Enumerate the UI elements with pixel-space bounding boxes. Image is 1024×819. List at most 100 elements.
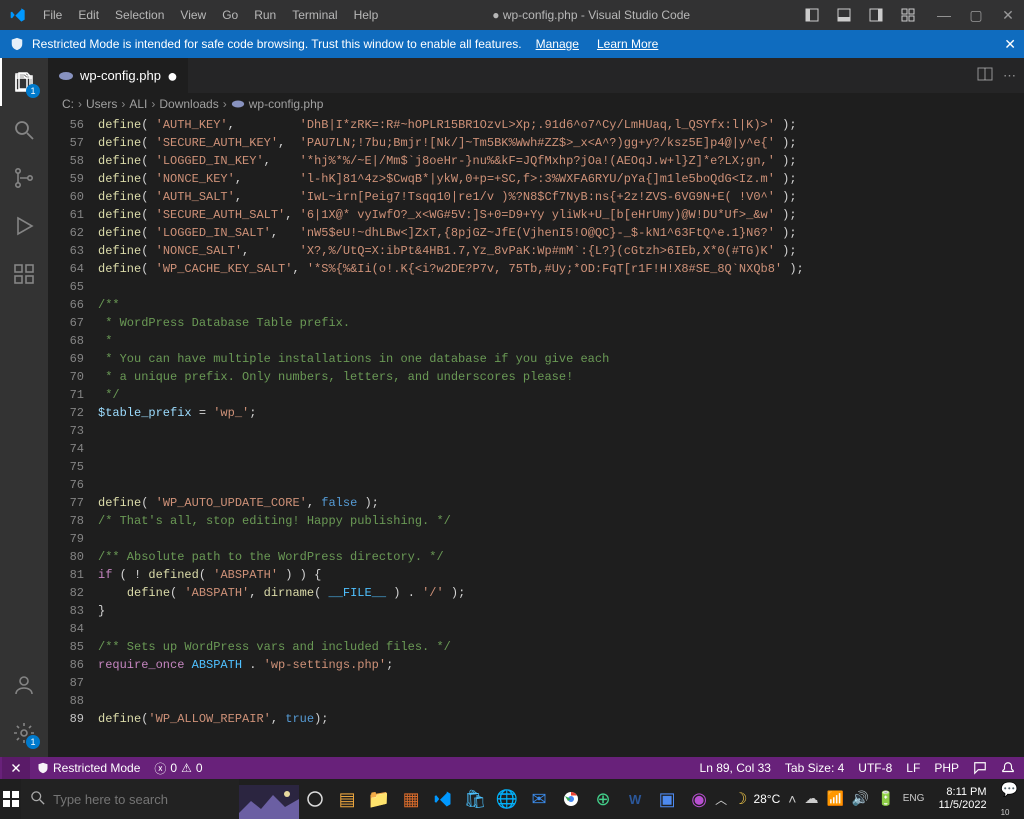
menu-file[interactable]: File <box>35 0 70 30</box>
microsoft-store-icon[interactable]: 🛍 <box>459 779 491 819</box>
system-tray: ☽ 28°C ˄ ☁ 📶 🔊 🔋 ENG 8:11 PM 11/5/2022 💬1… <box>727 781 1024 817</box>
vscode-logo-icon <box>0 7 35 23</box>
file-explorer-icon[interactable]: 📁 <box>363 779 395 819</box>
taskbar-search[interactable] <box>21 779 239 819</box>
code-editor-area[interactable]: 5657585960616263646566676869707172737475… <box>48 115 1024 757</box>
editor-tab[interactable]: wp-config.php ● <box>48 58 189 93</box>
window-title: ● wp-config.php - Visual Studio Code <box>386 8 796 22</box>
banner-manage-link[interactable]: Manage <box>536 37 579 51</box>
show-hidden-icons[interactable]: ︿ <box>715 779 727 819</box>
toggle-primary-sidebar-icon[interactable] <box>796 0 828 30</box>
menu-bar: File Edit Selection View Go Run Terminal… <box>35 0 386 30</box>
start-button[interactable] <box>0 779 21 819</box>
notifications-icon[interactable]: 💬10 <box>1001 781 1018 817</box>
windows-taskbar: ▤ 📁 ▦ 🛍 🌐 ✉ ⊕ W ▣ ◉ ︿ ☽ 28°C ˄ ☁ 📶 🔊 🔋 EN… <box>0 779 1024 819</box>
code-content[interactable]: define( 'AUTH_KEY', 'DhB|I*zRK=:R#~hOPLR… <box>98 115 1004 757</box>
window-maximize-icon[interactable]: ▢ <box>960 0 992 30</box>
menu-edit[interactable]: Edit <box>70 0 107 30</box>
taskbar-app-icon[interactable]: ⊕ <box>587 779 619 819</box>
customize-layout-icon[interactable] <box>892 0 924 30</box>
wifi-icon[interactable]: 📶 <box>826 790 843 807</box>
word-icon[interactable]: W <box>619 779 651 819</box>
battery-icon[interactable]: 🔋 <box>877 790 894 807</box>
tab-bar: wp-config.php ● ⋯ <box>48 58 1024 93</box>
activity-run-debug-icon[interactable] <box>0 202 48 250</box>
status-eol[interactable]: LF <box>899 761 927 775</box>
tray-chevron-icon[interactable]: ˄ <box>788 791 796 807</box>
breadcrumb-part[interactable]: C: <box>62 97 74 111</box>
status-notifications-icon[interactable] <box>994 761 1022 775</box>
search-icon <box>31 791 45 808</box>
weather-widget[interactable]: ☽ 28°C <box>733 789 780 809</box>
taskbar-app-icon[interactable]: ▣ <box>651 779 683 819</box>
warning-icon: ⚠ <box>181 761 192 775</box>
window-close-icon[interactable]: ✕ <box>992 0 1024 30</box>
menu-help[interactable]: Help <box>346 0 387 30</box>
taskbar-clock[interactable]: 8:11 PM 11/5/2022 <box>932 786 992 811</box>
moon-icon: ☽ <box>733 789 747 809</box>
breadcrumb-part[interactable]: Downloads <box>159 97 218 111</box>
taskbar-app-icon[interactable]: ◉ <box>683 779 715 819</box>
title-bar: File Edit Selection View Go Run Terminal… <box>0 0 1024 30</box>
status-warning-count: 0 <box>196 761 203 775</box>
activity-manage-icon[interactable]: 1 <box>0 709 48 757</box>
status-restricted-label: Restricted Mode <box>53 761 140 775</box>
breadcrumb-part[interactable]: wp-config.php <box>249 97 324 111</box>
restricted-mode-banner: Restricted Mode is intended for safe cod… <box>0 30 1024 58</box>
breadcrumbs[interactable]: C:› Users› ALI› Downloads› wp-config.php <box>48 93 1024 115</box>
minimap[interactable] <box>1004 115 1024 757</box>
split-editor-icon[interactable] <box>977 66 993 85</box>
status-restricted-mode[interactable]: Restricted Mode <box>30 757 147 779</box>
shield-icon <box>8 35 26 53</box>
php-file-icon <box>58 68 74 84</box>
weather-temp: 28°C <box>753 792 780 806</box>
breadcrumb-part[interactable]: ALI <box>129 97 147 111</box>
status-remote-icon[interactable] <box>2 757 30 779</box>
activity-extensions-icon[interactable] <box>0 250 48 298</box>
status-feedback-icon[interactable] <box>966 761 994 775</box>
taskbar-search-input[interactable] <box>53 792 229 807</box>
taskbar-news-widget[interactable] <box>239 779 299 819</box>
menu-go[interactable]: Go <box>214 0 246 30</box>
edge-browser-icon[interactable]: 🌐 <box>491 779 523 819</box>
activity-explorer-icon[interactable]: 1 <box>0 58 48 106</box>
menu-run[interactable]: Run <box>246 0 284 30</box>
taskbar-app-icon[interactable]: ▦ <box>395 779 427 819</box>
activity-search-icon[interactable] <box>0 106 48 154</box>
banner-text: Restricted Mode is intended for safe cod… <box>32 37 522 51</box>
banner-learn-more-link[interactable]: Learn More <box>597 37 658 51</box>
breadcrumb-part[interactable]: Users <box>86 97 117 111</box>
menu-view[interactable]: View <box>172 0 214 30</box>
line-number-gutter: 5657585960616263646566676869707172737475… <box>48 115 98 757</box>
toggle-panel-icon[interactable] <box>828 0 860 30</box>
chevron-right-icon: › <box>78 97 82 111</box>
language-indicator[interactable]: ENG <box>903 793 925 804</box>
window-minimize-icon[interactable]: ― <box>928 0 960 30</box>
status-problems[interactable]: ⓧ0 ⚠0 <box>147 757 209 779</box>
layout-controls <box>796 0 928 30</box>
taskbar-app-icon[interactable]: ▤ <box>331 779 363 819</box>
volume-icon[interactable]: 🔊 <box>852 790 869 807</box>
task-view-icon[interactable] <box>299 779 331 819</box>
mail-icon[interactable]: ✉ <box>523 779 555 819</box>
status-error-count: 0 <box>170 761 177 775</box>
tab-actions: ⋯ <box>969 58 1024 93</box>
onedrive-icon[interactable]: ☁ <box>804 790 818 807</box>
toggle-secondary-sidebar-icon[interactable] <box>860 0 892 30</box>
status-language[interactable]: PHP <box>927 761 966 775</box>
activity-accounts-icon[interactable] <box>0 661 48 709</box>
taskbar-date: 11/5/2022 <box>938 799 986 812</box>
menu-terminal[interactable]: Terminal <box>284 0 345 30</box>
chevron-right-icon: › <box>223 97 227 111</box>
taskbar-pinned-apps: ▤ 📁 ▦ 🛍 🌐 ✉ ⊕ W ▣ ◉ <box>299 779 715 819</box>
menu-selection[interactable]: Selection <box>107 0 172 30</box>
status-tab-size[interactable]: Tab Size: 4 <box>778 761 851 775</box>
chevron-right-icon: › <box>151 97 155 111</box>
status-encoding[interactable]: UTF-8 <box>851 761 899 775</box>
banner-close-icon[interactable]: ✕ <box>1004 36 1016 53</box>
chrome-icon[interactable] <box>555 779 587 819</box>
vscode-taskbar-icon[interactable] <box>427 779 459 819</box>
status-ln-col[interactable]: Ln 89, Col 33 <box>693 761 778 775</box>
more-actions-icon[interactable]: ⋯ <box>1003 68 1016 84</box>
activity-source-control-icon[interactable] <box>0 154 48 202</box>
